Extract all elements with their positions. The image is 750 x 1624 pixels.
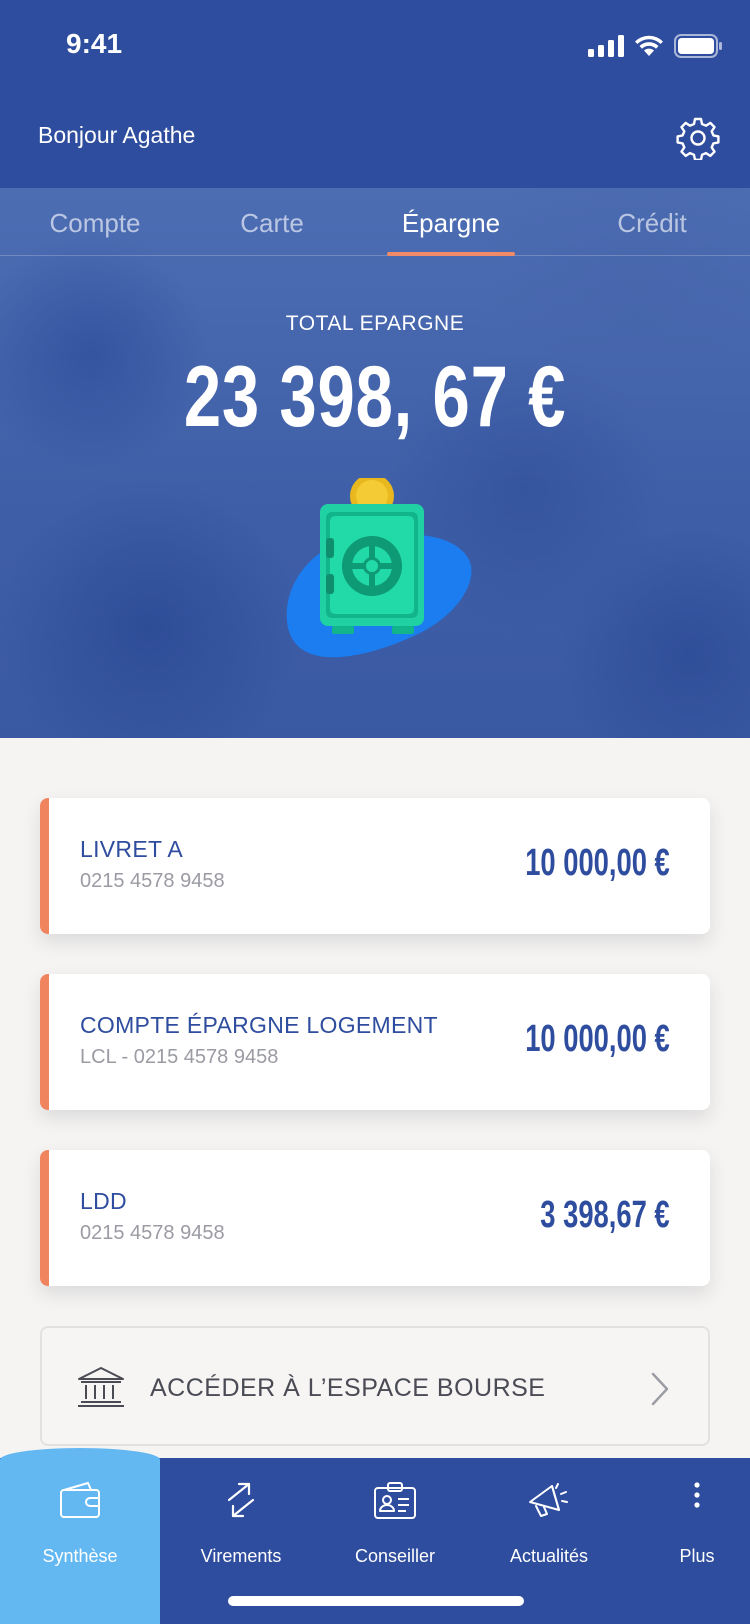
account-name: LIVRET A <box>80 836 183 862</box>
nav-item-actualites[interactable]: Actualités <box>474 1458 624 1588</box>
tab-compte[interactable]: Compte <box>5 208 185 239</box>
battery-icon <box>674 34 722 58</box>
greeting-text: Bonjour Agathe <box>38 122 196 148</box>
account-balance: 10 000,00 € <box>525 1018 670 1060</box>
tab-epargne[interactable]: Épargne <box>361 208 541 239</box>
nav-item-conseiller[interactable]: Conseiller <box>320 1458 470 1588</box>
total-savings-label: TOTAL EPARGNE <box>285 312 465 335</box>
card-accent-bar <box>40 798 49 934</box>
account-name: LDD <box>80 1188 127 1214</box>
account-number: LCL - 0215 4578 9458 <box>80 1046 279 1068</box>
nav-label: Actualités <box>509 1546 589 1566</box>
wallet-icon <box>60 1482 100 1518</box>
status-icons <box>588 34 722 58</box>
more-vertical-icon <box>694 1482 700 1508</box>
total-savings-amount: 23 398, 67 € <box>183 349 567 445</box>
wifi-icon <box>635 35 663 56</box>
nav-item-plus[interactable]: Plus <box>622 1458 750 1588</box>
stock-market-access-button[interactable]: ACCÉDER À L’ESPACE BOURSE <box>40 1326 710 1446</box>
tab-carte[interactable]: Carte <box>182 208 362 239</box>
signal-icon <box>588 35 624 57</box>
account-name: COMPTE ÉPARGNE LOGEMENT <box>80 1012 438 1038</box>
nav-item-virements[interactable]: Virements <box>166 1458 316 1588</box>
card-accent-bar <box>40 1150 49 1286</box>
id-card-icon <box>374 1482 416 1519</box>
nav-item-synthese[interactable]: Synthèse <box>5 1458 155 1588</box>
transfer-arrows-icon <box>227 1482 255 1518</box>
account-card-cel[interactable]: COMPTE ÉPARGNE LOGEMENT LCL - 0215 4578 … <box>40 974 710 1110</box>
card-accent-bar <box>40 974 49 1110</box>
nav-label: Synthèse <box>42 1546 118 1566</box>
tab-credit[interactable]: Crédit <box>562 208 742 239</box>
account-card-livret-a[interactable]: LIVRET A 0215 4578 9458 10 000,00 € <box>40 798 710 934</box>
account-balance: 3 398,67 € <box>540 1194 670 1236</box>
active-tab-indicator <box>387 252 515 256</box>
nav-label: Conseiller <box>354 1546 436 1566</box>
stock-market-label: ACCÉDER À L’ESPACE BOURSE <box>150 1374 546 1402</box>
nav-label: Plus <box>679 1546 715 1566</box>
settings-gear-icon[interactable] <box>676 116 720 160</box>
home-indicator[interactable] <box>228 1596 524 1606</box>
megaphone-icon <box>529 1483 568 1517</box>
chevron-right-icon <box>651 1372 669 1406</box>
app-header: 9:41 Bonjour Agathe <box>0 0 750 188</box>
nav-label: Virements <box>200 1546 282 1566</box>
savings-hero: Compte Carte Épargne Crédit TOTAL EPARGN… <box>0 188 750 738</box>
account-number: 0215 4578 9458 <box>80 1222 225 1244</box>
account-card-ldd[interactable]: LDD 0215 4578 9458 3 398,67 € <box>40 1150 710 1286</box>
safe-illustration <box>286 478 472 658</box>
account-number: 0215 4578 9458 <box>80 870 225 892</box>
status-time: 9:41 <box>66 28 123 59</box>
account-type-tabs: Compte Carte Épargne Crédit <box>0 188 750 256</box>
account-balance: 10 000,00 € <box>525 842 670 884</box>
bank-building-icon <box>78 1367 124 1407</box>
